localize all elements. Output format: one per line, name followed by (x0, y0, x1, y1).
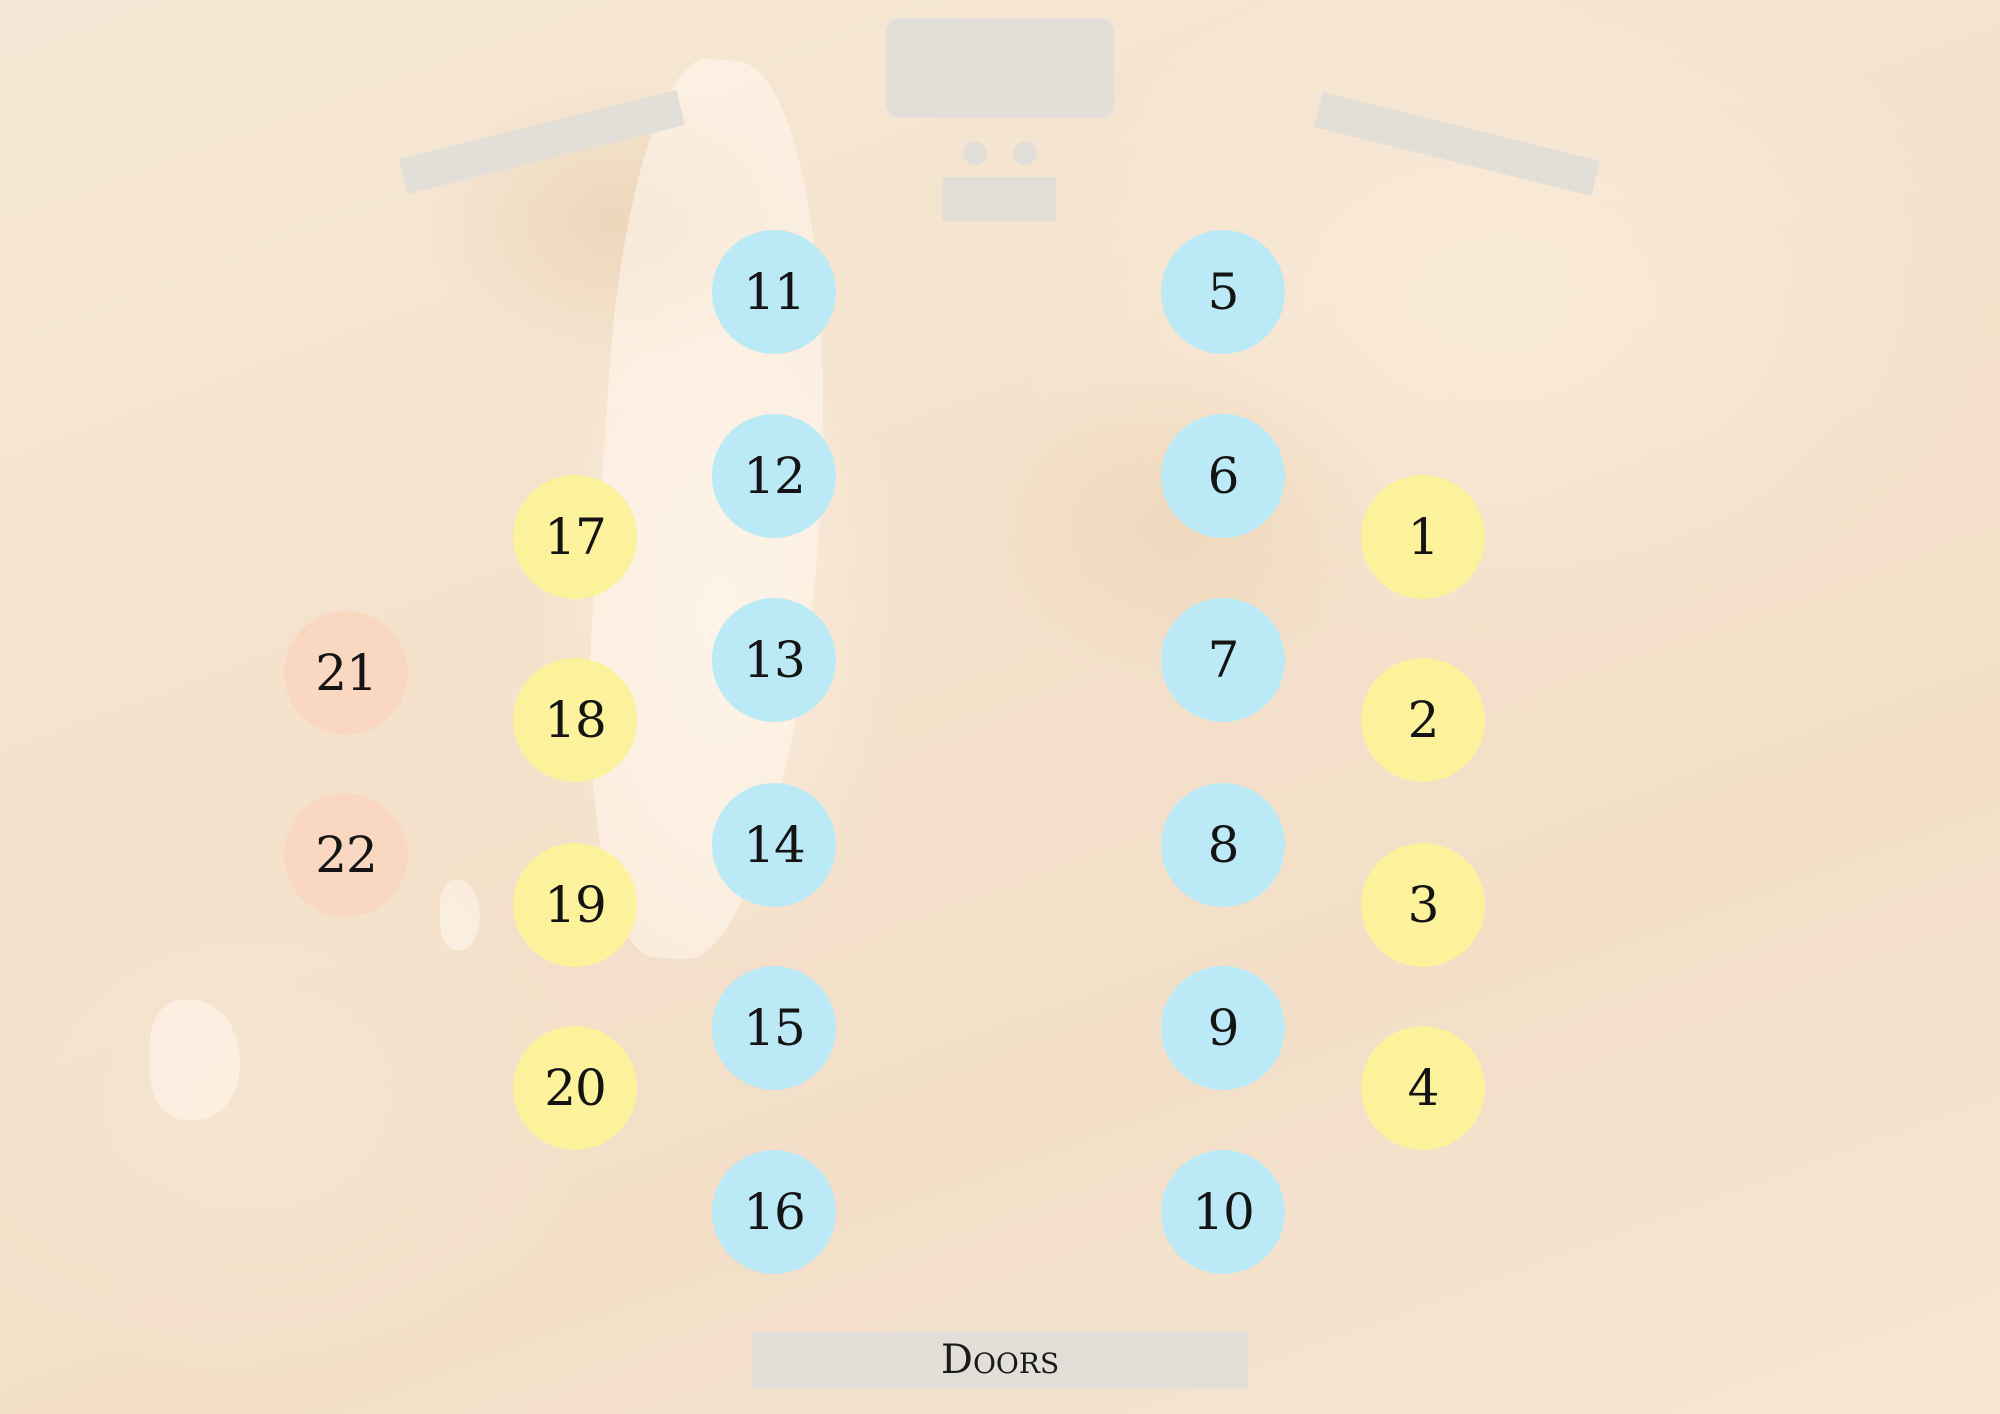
table-22[interactable]: 22 (284, 793, 408, 917)
table-14[interactable]: 14 (712, 783, 836, 907)
table-4[interactable]: 4 (1361, 1026, 1485, 1150)
doors-label: Doors (940, 1337, 1060, 1383)
head-table-right (1313, 91, 1601, 197)
microphone-right (1013, 141, 1037, 165)
table-1[interactable]: 1 (1361, 475, 1485, 599)
table-8[interactable]: 8 (1161, 783, 1285, 907)
background-stain (440, 880, 480, 950)
table-2[interactable]: 2 (1361, 658, 1485, 782)
doors: Doors (752, 1332, 1248, 1388)
table-20[interactable]: 20 (513, 1026, 637, 1150)
table-10[interactable]: 10 (1161, 1150, 1285, 1274)
table-12[interactable]: 12 (712, 414, 836, 538)
table-21[interactable]: 21 (284, 611, 408, 735)
table-3[interactable]: 3 (1361, 843, 1485, 967)
microphone-left (963, 141, 987, 165)
table-15[interactable]: 15 (712, 966, 836, 1090)
background-stain (150, 1000, 240, 1120)
table-16[interactable]: 16 (712, 1150, 836, 1274)
table-11[interactable]: 11 (712, 230, 836, 354)
table-9[interactable]: 9 (1161, 966, 1285, 1090)
table-19[interactable]: 19 (513, 843, 637, 967)
table-6[interactable]: 6 (1161, 414, 1285, 538)
lectern (942, 177, 1056, 221)
table-5[interactable]: 5 (1161, 230, 1285, 354)
table-13[interactable]: 13 (712, 598, 836, 722)
table-18[interactable]: 18 (513, 658, 637, 782)
stage (886, 18, 1114, 118)
seating-plan: 1 2 3 4 5 6 7 8 9 10 11 12 13 14 15 16 1… (0, 0, 2000, 1414)
table-7[interactable]: 7 (1161, 598, 1285, 722)
table-17[interactable]: 17 (513, 475, 637, 599)
